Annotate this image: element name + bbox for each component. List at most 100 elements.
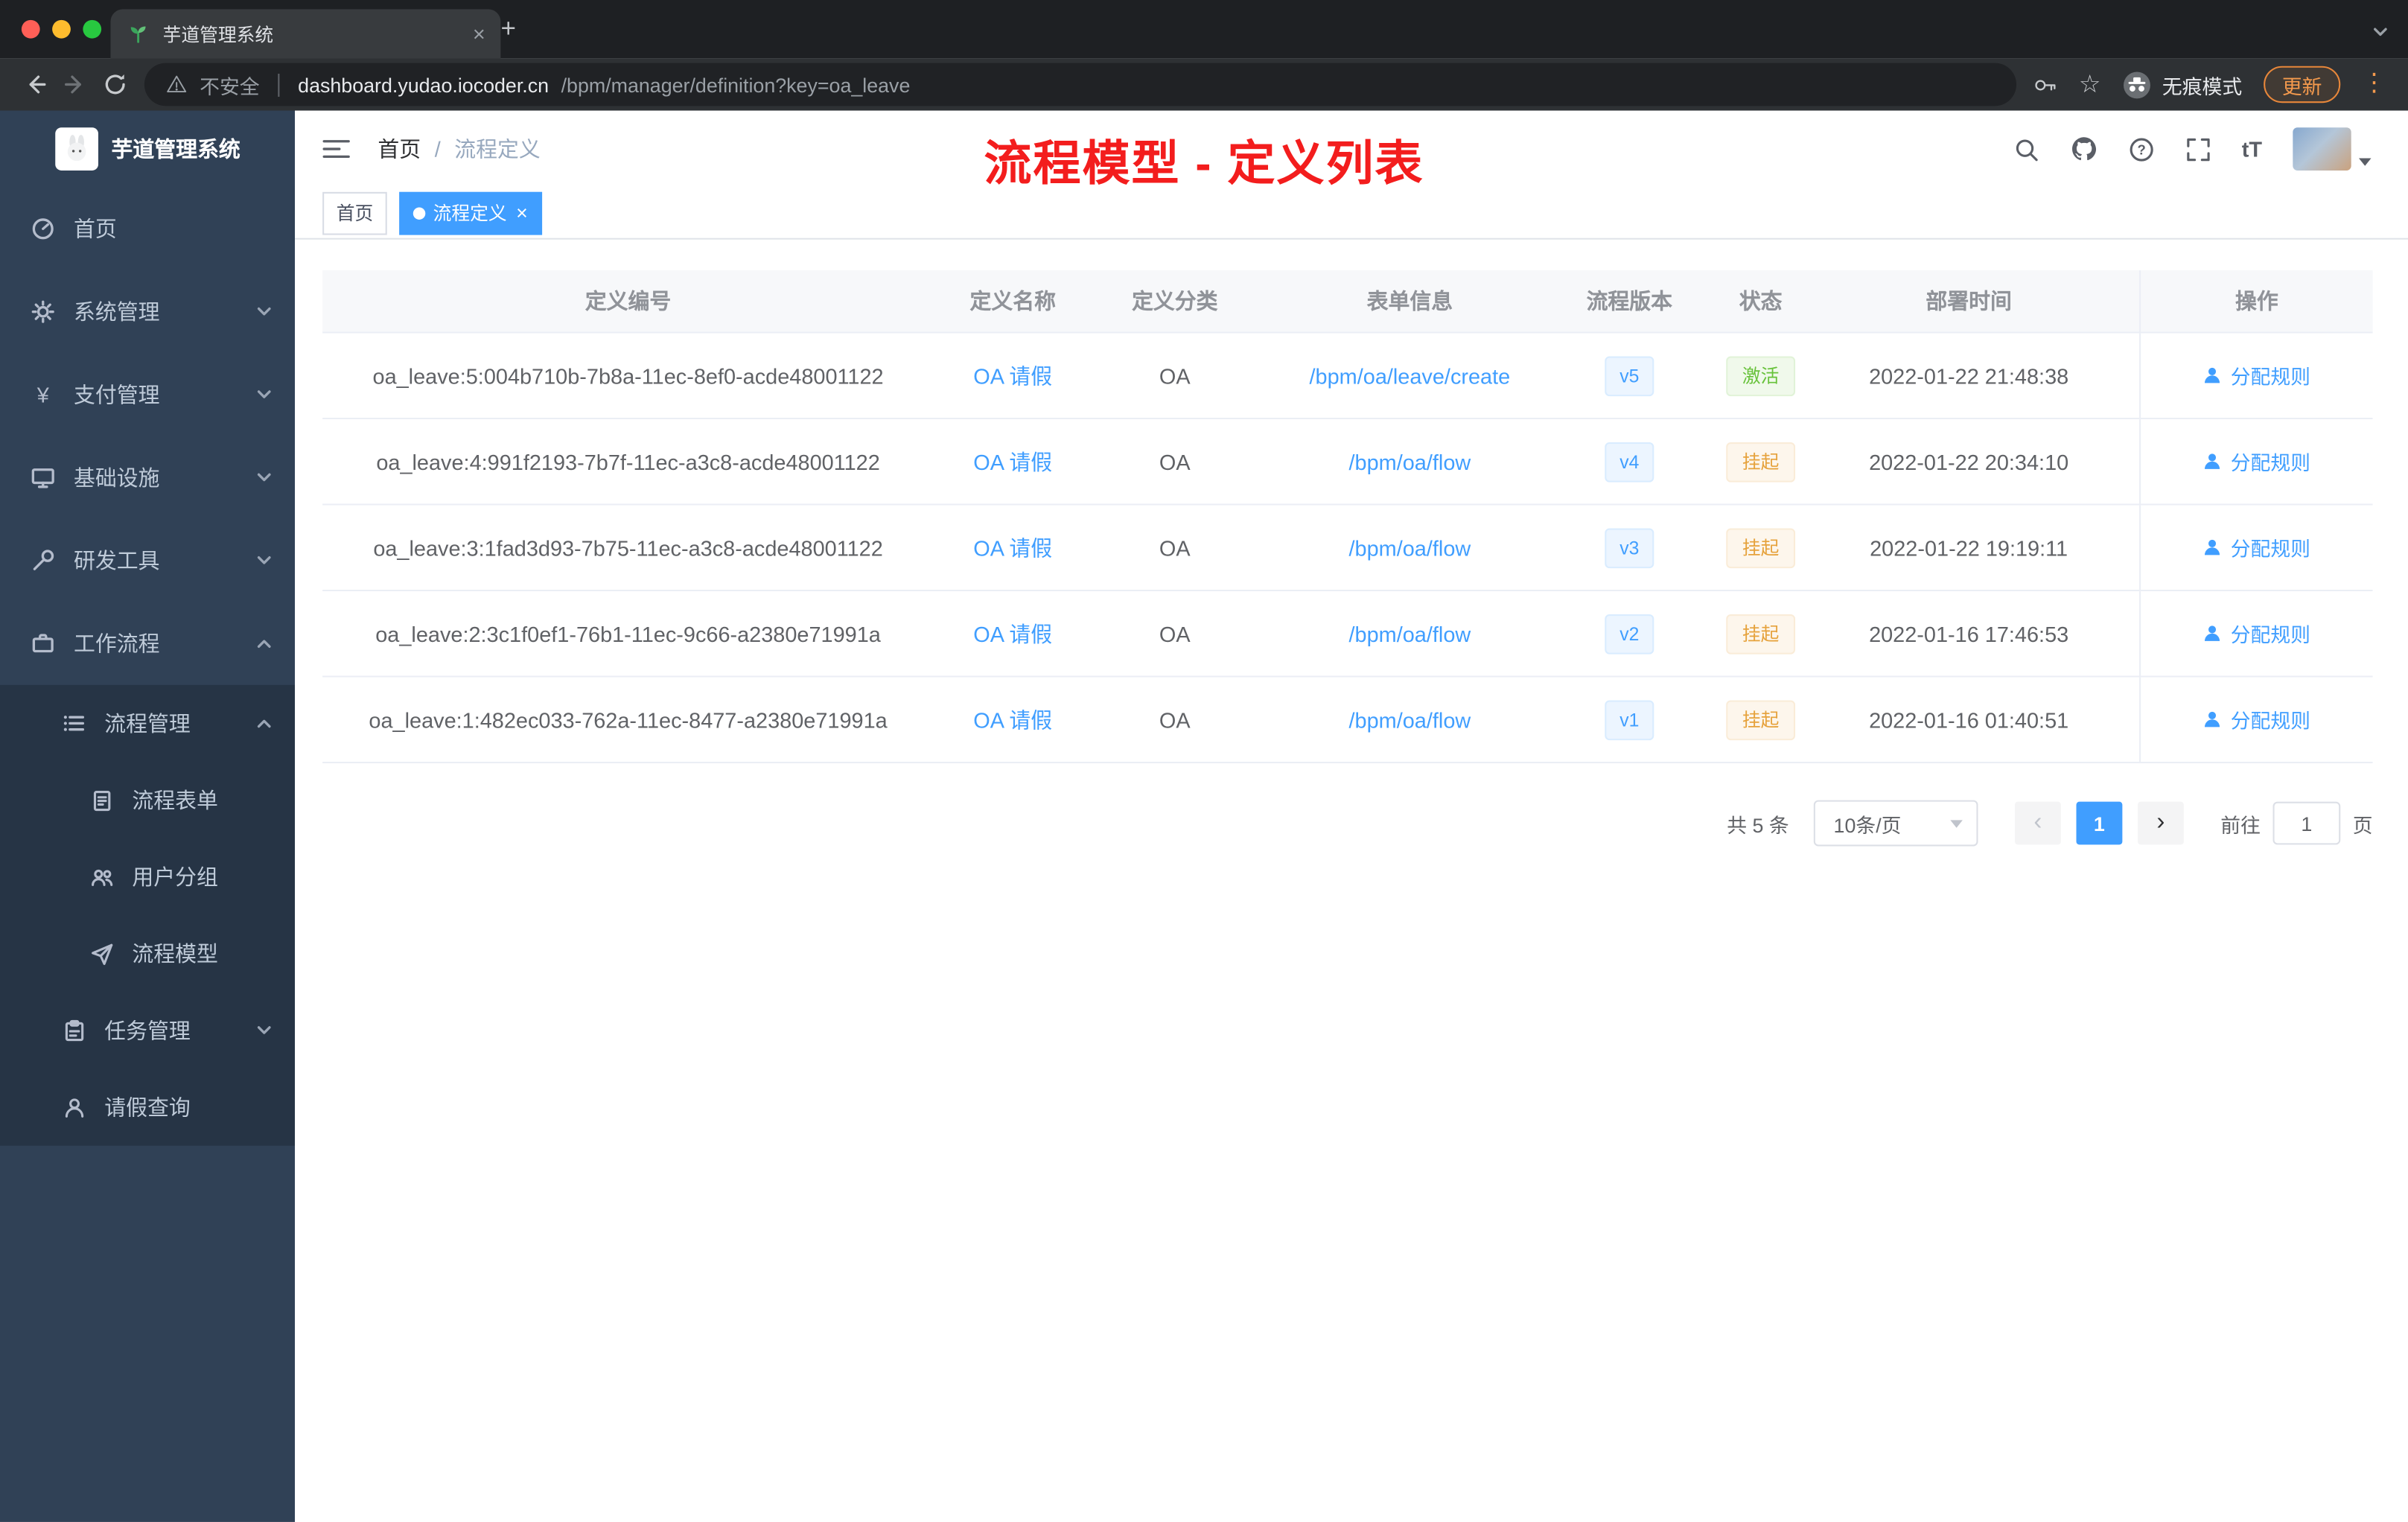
browser-tab[interactable]: 芋道管理系统 × — [110, 9, 501, 59]
password-key-icon[interactable] — [2031, 71, 2057, 98]
tag-process-definition[interactable]: 流程定义 × — [399, 191, 542, 235]
minimize-window-button[interactable] — [52, 19, 71, 39]
security-label[interactable]: 不安全 — [200, 70, 259, 99]
tab-search-chevron-icon[interactable] — [2372, 22, 2390, 49]
reload-button[interactable] — [95, 65, 136, 105]
person-icon — [2205, 711, 2221, 727]
table-row: oa_leave:3:1fad3d93-7b75-11ec-a3c8-acde4… — [322, 505, 2373, 592]
sidebar-item-workflow[interactable]: 工作流程 — [0, 602, 295, 685]
breadcrumb-home[interactable]: 首页 — [378, 133, 421, 164]
back-button[interactable] — [16, 65, 56, 105]
incognito-chip[interactable]: 无痕模式 — [2122, 70, 2242, 99]
toolbar-right-cluster: ☆ 无痕模式 更新 ⋮ — [2031, 66, 2392, 104]
forward-button[interactable] — [55, 65, 95, 105]
chevron-down-icon — [255, 551, 273, 570]
cell-deploy-time: 2022-01-22 19:19:11 — [1870, 535, 2068, 560]
definition-name-link[interactable]: OA 请假 — [973, 446, 1052, 477]
browser-tab-strip: 芋道管理系统 × + — [0, 0, 2408, 59]
workflow-submenu: 流程管理 流程表单 用户分组 流程模型 任务管理 请假查询 — [0, 684, 295, 1146]
next-page-button[interactable]: › — [2137, 801, 2184, 845]
column-header-spacer — [2113, 270, 2139, 332]
prev-page-button[interactable]: ‹ — [2014, 801, 2061, 845]
new-tab-button[interactable]: + — [491, 13, 525, 46]
navbar-right-icons: ? tT — [2013, 127, 2372, 171]
paper-plane-icon — [89, 941, 114, 966]
chevron-down-icon — [255, 386, 273, 404]
cell-deploy-time: 2022-01-16 01:40:51 — [1869, 707, 2069, 732]
sidebar-item-user-group[interactable]: 用户分组 — [0, 838, 295, 915]
version-badge: v2 — [1604, 613, 1655, 654]
form-link[interactable]: /bpm/oa/flow — [1349, 707, 1471, 732]
definition-name-link[interactable]: OA 请假 — [973, 532, 1052, 563]
app-root: 芋道管理系统 首页 系统管理 ¥ 支付管理 基础设施 研发工具 工作流程 流程管… — [0, 110, 2408, 1522]
sidebar-item-task-management[interactable]: 任务管理 — [0, 992, 295, 1069]
person-icon — [2205, 625, 2221, 641]
assign-rule-link[interactable]: 分配规则 — [2203, 705, 2310, 734]
sidebar-item-leave-query[interactable]: 请假查询 — [0, 1069, 295, 1146]
assign-rule-link[interactable]: 分配规则 — [2203, 447, 2310, 476]
update-chip[interactable]: 更新 — [2264, 66, 2341, 104]
sidebar-item-label: 工作流程 — [74, 631, 160, 656]
fullscreen-icon[interactable] — [2185, 136, 2211, 162]
zoom-window-button[interactable] — [83, 19, 102, 39]
page-size-select[interactable]: 10条/页 — [1813, 800, 1978, 847]
assign-rule-link[interactable]: 分配规则 — [2203, 619, 2310, 648]
form-link[interactable]: /bpm/oa/flow — [1349, 621, 1471, 646]
tag-label: 首页 — [336, 203, 374, 225]
tag-home[interactable]: 首页 — [322, 191, 387, 235]
assign-rule-label: 分配规则 — [2230, 537, 2311, 561]
avatar[interactable] — [2293, 127, 2351, 171]
sidebar-item-infrastructure[interactable]: 基础设施 — [0, 436, 295, 519]
incognito-icon — [2123, 71, 2150, 98]
font-size-icon[interactable]: tT — [2242, 137, 2262, 162]
person-icon — [62, 1095, 86, 1120]
page-unit-label: 页 — [2352, 813, 2373, 837]
sidebar-item-label: 支付管理 — [74, 382, 160, 407]
assign-rule-link[interactable]: 分配规则 — [2203, 533, 2310, 562]
sidebar-item-process-management[interactable]: 流程管理 — [0, 685, 295, 762]
table-row: oa_leave:1:482ec033-762a-11ec-8477-a2380… — [322, 677, 2373, 764]
close-window-button[interactable] — [21, 19, 40, 39]
address-bar[interactable]: 不安全 dashboard.yudao.iocoder.cn/bpm/manag… — [144, 63, 2016, 106]
github-icon[interactable] — [2070, 136, 2098, 163]
column-header: 表单信息 — [1366, 288, 1453, 313]
sidebar-item-system[interactable]: 系统管理 — [0, 270, 295, 353]
assign-rule-label: 分配规则 — [2230, 451, 2311, 475]
page-number-button[interactable]: 1 — [2076, 801, 2123, 845]
tag-close-icon[interactable]: × — [516, 203, 528, 223]
column-header: 状态 — [1739, 288, 1783, 313]
definition-name-link[interactable]: OA 请假 — [973, 704, 1052, 735]
sidebar-toggle-icon[interactable] — [319, 132, 353, 165]
version-badge: v1 — [1604, 699, 1655, 740]
tab-close-icon[interactable]: × — [473, 23, 485, 45]
yen-icon: ¥ — [36, 382, 49, 407]
column-header: 定义分类 — [1132, 288, 1218, 313]
form-link[interactable]: /bpm/oa/leave/create — [1310, 363, 1511, 388]
sidebar-item-home[interactable]: 首页 — [0, 188, 295, 270]
goto-page-input[interactable] — [2272, 801, 2341, 845]
user-menu[interactable] — [2293, 127, 2372, 171]
tag-label: 流程定义 — [433, 203, 507, 225]
sidebar-item-label: 基础设施 — [74, 465, 160, 490]
more-menu-icon[interactable]: ⋮ — [2362, 71, 2386, 97]
definition-name-link[interactable]: OA 请假 — [973, 618, 1052, 649]
version-badge: v3 — [1604, 527, 1655, 568]
sidebar-item-process-form[interactable]: 流程表单 — [0, 762, 295, 838]
bookmark-star-icon[interactable]: ☆ — [2079, 69, 2101, 100]
sidebar-logo[interactable]: 芋道管理系统 — [0, 111, 295, 188]
tab-title: 芋道管理系统 — [162, 23, 274, 45]
help-icon[interactable]: ? — [2128, 136, 2154, 162]
sidebar-item-devtools[interactable]: 研发工具 — [0, 519, 295, 602]
form-link[interactable]: /bpm/oa/flow — [1349, 535, 1471, 560]
definition-name-link[interactable]: OA 请假 — [973, 360, 1052, 391]
search-icon[interactable] — [2013, 136, 2039, 162]
url-path: /bpm/manager/definition?key=oa_leave — [561, 72, 911, 96]
pagination-total: 共 5 条 — [1727, 813, 1789, 837]
clipboard-icon — [62, 1018, 86, 1042]
security-warning-icon[interactable] — [166, 74, 188, 95]
sidebar-item-process-model[interactable]: 流程模型 — [0, 915, 295, 992]
form-link[interactable]: /bpm/oa/flow — [1349, 449, 1471, 474]
column-header: 操作 — [2139, 270, 2373, 332]
sidebar-item-payment[interactable]: ¥ 支付管理 — [0, 353, 295, 436]
assign-rule-link[interactable]: 分配规则 — [2203, 361, 2310, 390]
